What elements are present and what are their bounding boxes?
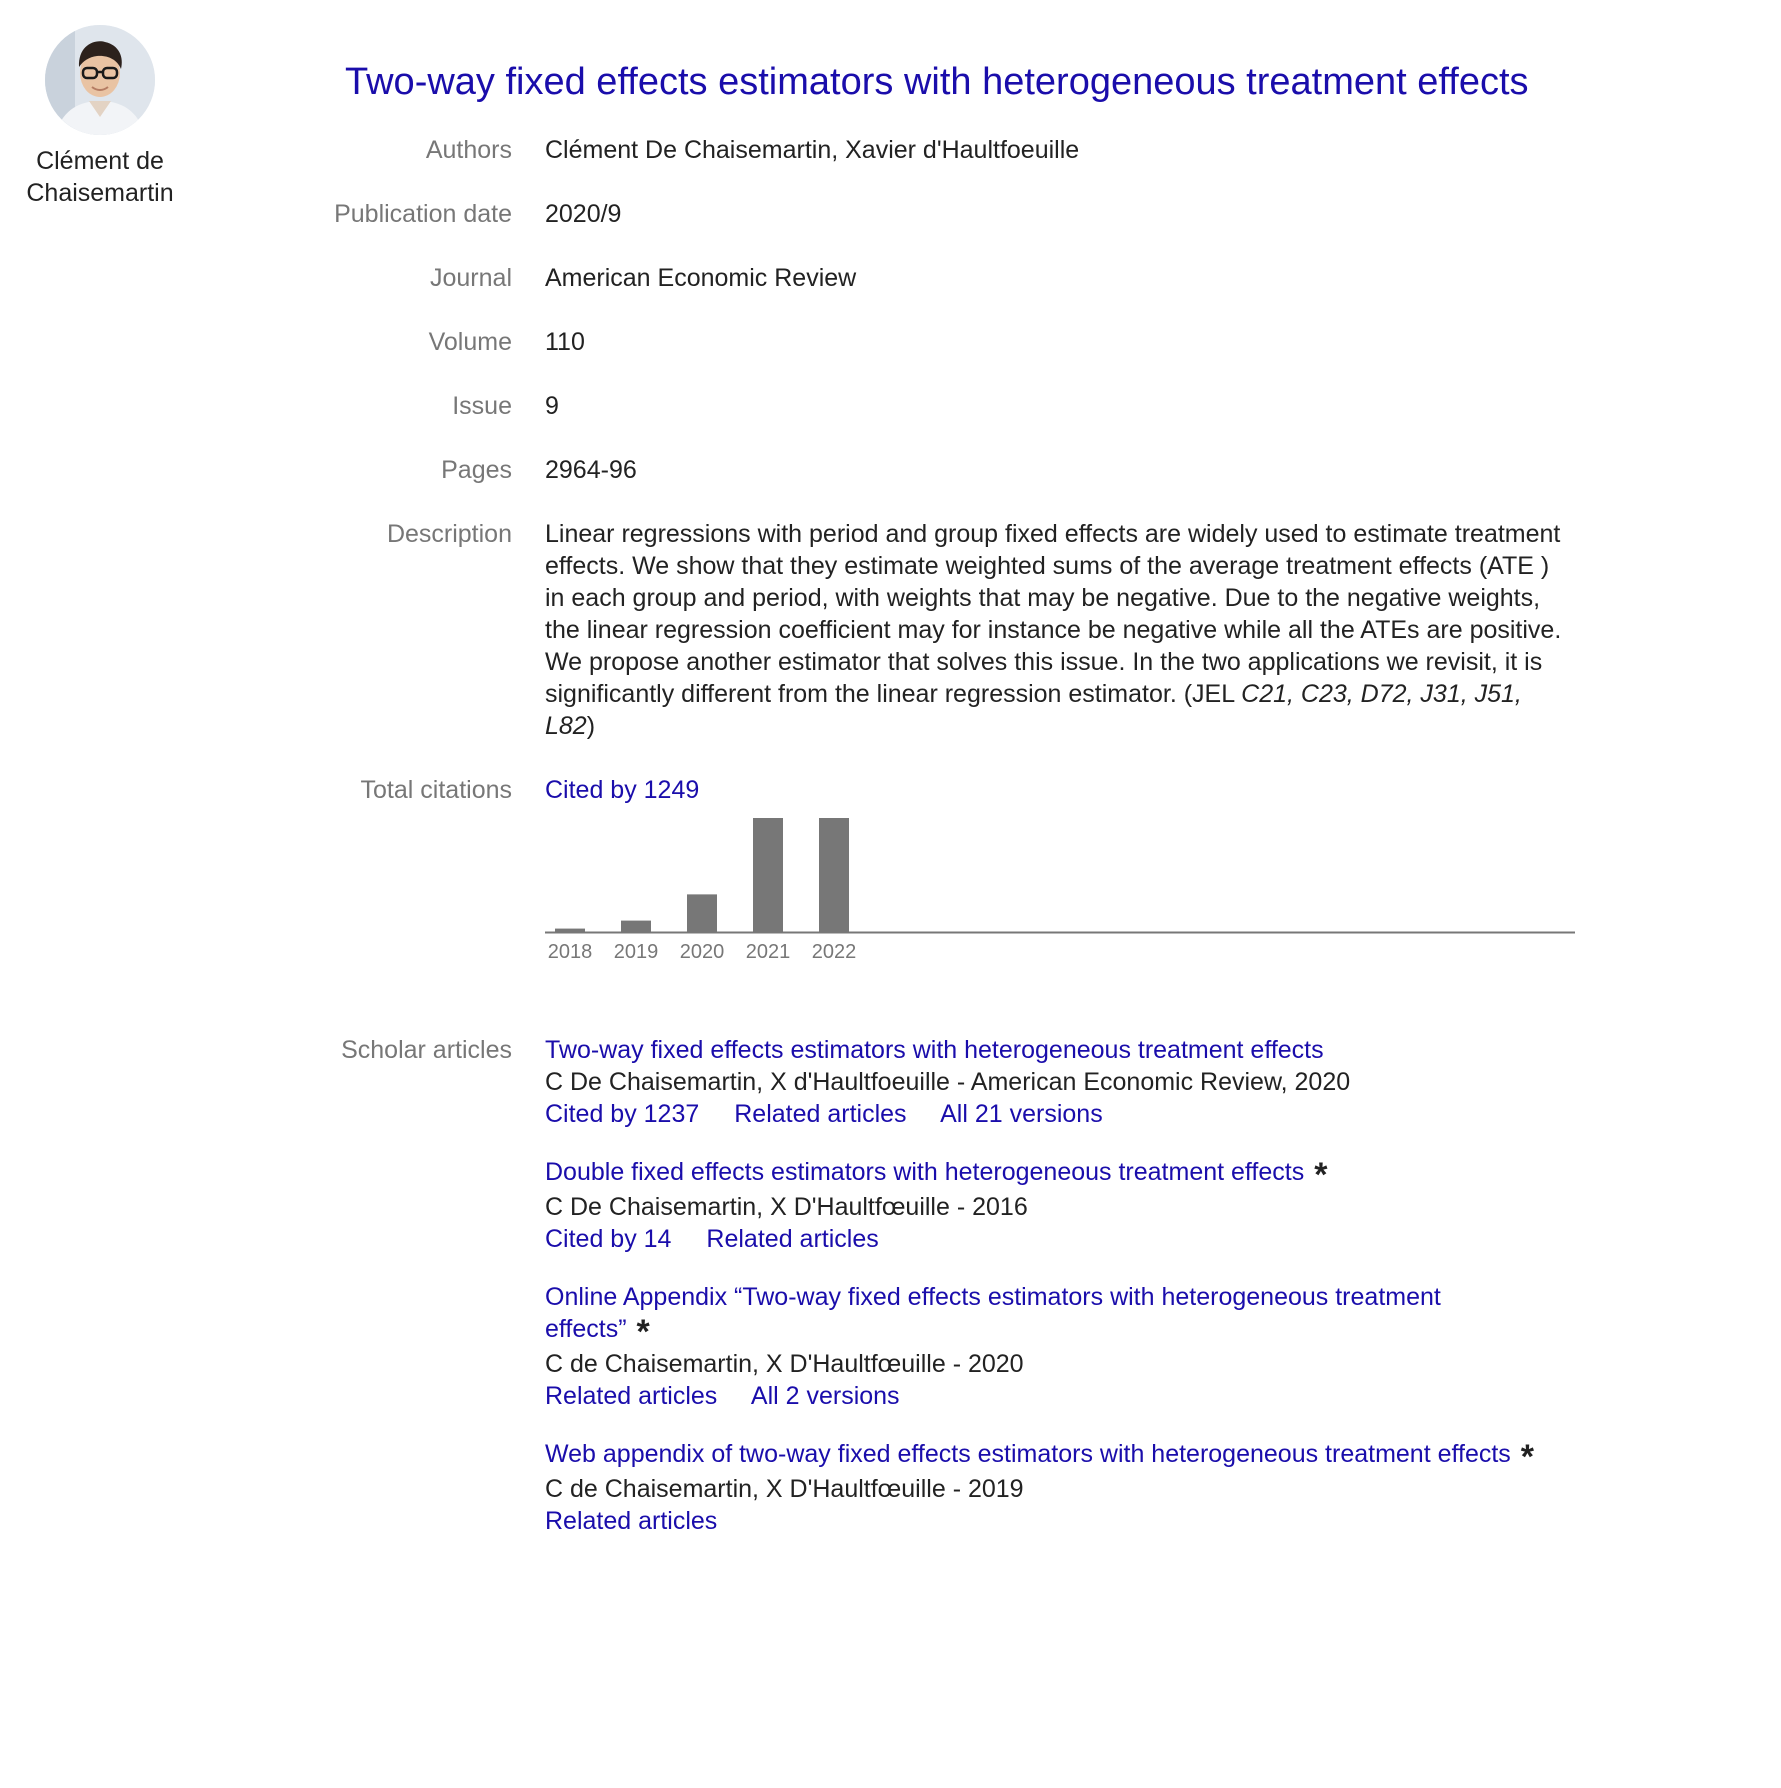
related-articles-link[interactable]: Related articles	[734, 1100, 906, 1128]
scholar-article-meta: C de Chaisemartin, X D'Haultfœuille - 20…	[545, 1475, 1024, 1503]
scholar-article-title-link[interactable]: Web appendix of two-way fixed effects es…	[545, 1440, 1511, 1468]
citations-year-label: 2018	[548, 941, 593, 963]
star-icon: *	[636, 1313, 650, 1351]
related-articles-link[interactable]: Related articles	[545, 1507, 717, 1535]
field-label-publication-date: Publication date	[334, 200, 512, 228]
field-value-authors: Clément De Chaisemartin, Xavier d'Haultf…	[545, 136, 1080, 164]
related-articles-link[interactable]: Related articles	[706, 1225, 878, 1253]
field-journal: Journal American Economic Review	[240, 262, 1610, 294]
scholar-article-meta: C de Chaisemartin, X D'Haultfœuille - 20…	[545, 1350, 1024, 1378]
citations-bar-2020[interactable]	[687, 894, 717, 932]
citations-bar-2018[interactable]	[555, 928, 585, 932]
field-issue: Issue 9	[240, 390, 1610, 422]
field-label-volume: Volume	[428, 328, 512, 356]
scholar-article-meta: C De Chaisemartin, X D'Haultfœuille - 20…	[545, 1193, 1028, 1221]
citations-year-label: 2019	[614, 941, 659, 963]
author-photo-icon	[45, 25, 155, 135]
article-title-link[interactable]: Two-way fixed effects estimators with he…	[345, 56, 1529, 108]
author-name-line-1[interactable]: Clément de	[0, 145, 200, 177]
scholar-article-links: Related articles	[545, 1505, 1575, 1537]
cited-by-link[interactable]: Cited by 14	[545, 1225, 671, 1253]
cited-by-link[interactable]: Cited by 1237	[545, 1100, 699, 1128]
description-jel-open: (JEL	[1183, 680, 1242, 708]
scholar-article-title-link[interactable]: Double fixed effects estimators with het…	[545, 1158, 1304, 1186]
field-label-scholar-articles: Scholar articles	[341, 1036, 512, 1064]
citations-chart-svg: 2018 2019 2020 2021 2022	[545, 818, 1575, 963]
scholar-article: Double fixed effects estimators with het…	[545, 1156, 1575, 1255]
field-label-total-citations: Total citations	[360, 776, 512, 804]
description-jel-close: )	[586, 712, 596, 740]
field-label-pages: Pages	[441, 456, 512, 484]
citations-bar-2021[interactable]	[753, 818, 783, 932]
author-name-line-2[interactable]: Chaisemartin	[0, 177, 200, 209]
field-value-issue: 9	[545, 392, 559, 420]
field-total-citations: Total citations Cited by 1249 2018 2019 20…	[240, 774, 1610, 978]
field-description: Description Linear regressions with peri…	[240, 518, 1610, 742]
star-icon: *	[1314, 1156, 1328, 1194]
field-label-journal: Journal	[430, 264, 512, 292]
field-value-description: Linear regressions with period and group…	[545, 518, 1575, 742]
field-volume: Volume 110	[240, 326, 1610, 358]
all-versions-link[interactable]: All 21 versions	[940, 1100, 1103, 1128]
field-label-description: Description	[386, 520, 512, 548]
field-scholar-articles: Scholar articles Two-way fixed effects e…	[240, 1034, 1610, 1563]
field-pages: Pages 2964-96	[240, 454, 1610, 486]
citations-year-label: 2021	[746, 941, 791, 963]
field-value-pages: 2964-96	[545, 456, 637, 484]
field-authors: Authors Clément De Chaisemartin, Xavier …	[240, 134, 1610, 166]
field-publication-date: Publication date 2020/9	[240, 198, 1610, 230]
author-profile[interactable]: Clément de Chaisemartin	[0, 25, 200, 209]
scholar-article-title-link[interactable]: Online Appendix “Two-way fixed effects e…	[545, 1283, 1441, 1343]
citations-year-label: 2022	[812, 941, 857, 963]
citations-bar-2022[interactable]	[819, 818, 849, 932]
star-icon: *	[1520, 1438, 1535, 1476]
field-label-authors: Authors	[425, 136, 512, 164]
scholar-article-title-link[interactable]: Two-way fixed effects estimators with he…	[545, 1036, 1324, 1064]
citations-bar-2019[interactable]	[621, 920, 651, 932]
scholar-article: Online Appendix “Two-way fixed effects e…	[545, 1281, 1575, 1412]
scholar-article-meta: C De Chaisemartin, X d'Haultfoeuille - A…	[545, 1068, 1351, 1096]
cited-by-total-link[interactable]: Cited by 1249	[545, 776, 699, 804]
field-value-journal: American Economic Review	[545, 264, 857, 292]
citations-chart: 2018 2019 2020 2021 2022	[545, 818, 1575, 978]
scholar-article-links: Cited by 14 Related articles	[545, 1223, 1575, 1255]
scholar-article: Two-way fixed effects estimators with he…	[545, 1034, 1575, 1130]
scholar-article-links: Cited by 1237 Related articles All 21 ve…	[545, 1098, 1575, 1130]
field-value-total-citations: Cited by 1249 2018 2019 2020 2021 2022	[545, 774, 1575, 978]
field-label-issue: Issue	[452, 392, 512, 420]
field-value-publication-date: 2020/9	[545, 200, 622, 228]
author-name[interactable]: Clément de Chaisemartin	[0, 145, 200, 209]
field-value-scholar-articles: Two-way fixed effects estimators with he…	[545, 1034, 1575, 1563]
scholar-article-links: Related articles All 2 versions	[545, 1380, 1575, 1412]
citations-year-label: 2020	[680, 941, 725, 963]
related-articles-link[interactable]: Related articles	[545, 1382, 717, 1410]
scholar-article: Web appendix of two-way fixed effects es…	[545, 1438, 1575, 1537]
all-versions-link[interactable]: All 2 versions	[751, 1382, 900, 1410]
article-fields: Authors Clément De Chaisemartin, Xavier …	[240, 134, 1610, 1595]
author-avatar[interactable]	[45, 25, 155, 135]
field-value-volume: 110	[545, 328, 585, 356]
